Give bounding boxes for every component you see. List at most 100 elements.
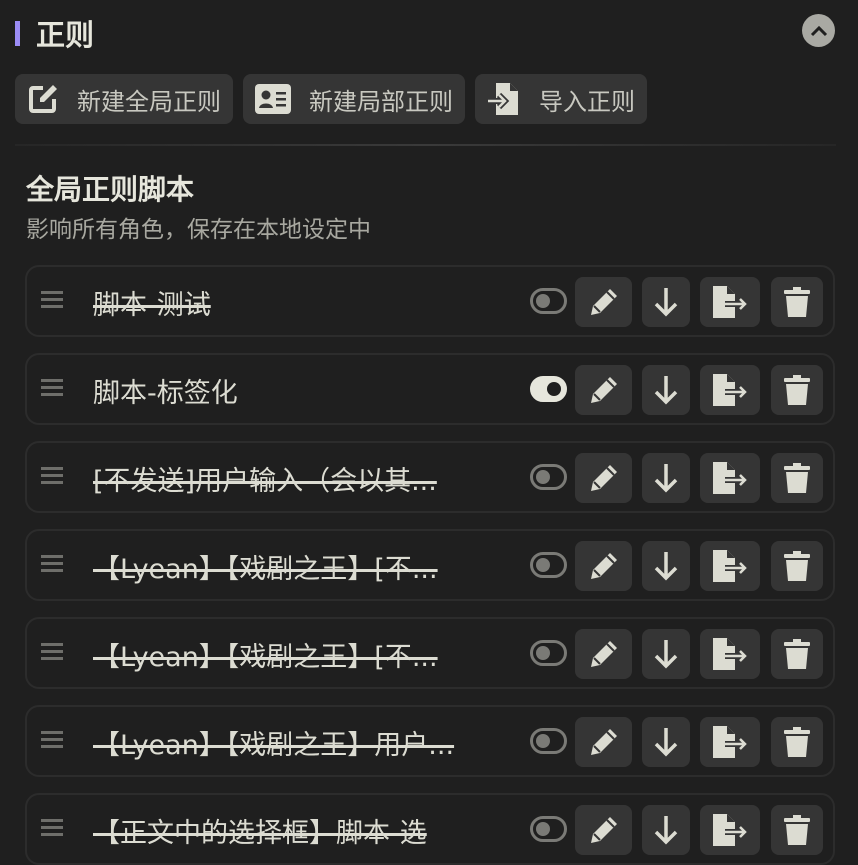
edit-button[interactable] — [575, 541, 632, 591]
script-name: 【正文中的选择框】脚本-选 — [93, 818, 427, 849]
move-down-button[interactable] — [642, 365, 690, 415]
delete-button[interactable] — [771, 365, 823, 415]
import-regex-label: 导入正则 — [539, 87, 635, 116]
enable-toggle[interactable] — [530, 464, 567, 490]
section-subtitle: 影响所有角色，保存在本地设定中 — [26, 217, 371, 243]
script-name: 【Lyean】【戏剧之王】[不... — [93, 642, 438, 673]
chevron-up-icon — [810, 25, 827, 36]
trash-icon — [784, 287, 810, 317]
pencil-icon — [590, 729, 617, 755]
script-row: 脚本-标签化 — [25, 353, 835, 425]
arrow-down-icon — [654, 288, 678, 317]
import-regex-button[interactable]: 导入正则 — [475, 74, 647, 124]
trash-icon — [784, 463, 810, 493]
drag-handle-icon[interactable] — [41, 555, 63, 576]
drag-handle-icon[interactable] — [41, 731, 63, 752]
script-name: 【Lyean】【戏剧之王】[不... — [93, 554, 438, 585]
export-button[interactable] — [700, 453, 760, 503]
move-down-button[interactable] — [642, 541, 690, 591]
arrow-down-icon — [654, 464, 678, 493]
edit-button[interactable] — [575, 629, 632, 679]
drag-handle-icon[interactable] — [41, 643, 63, 664]
enable-toggle[interactable] — [530, 640, 567, 666]
script-name: 脚本-标签化 — [93, 378, 238, 409]
edit-button[interactable] — [575, 277, 632, 327]
file-export-icon — [713, 462, 749, 494]
arrow-down-icon — [654, 640, 678, 669]
edit-button[interactable] — [575, 365, 632, 415]
move-down-button[interactable] — [642, 629, 690, 679]
id-card-icon — [255, 84, 291, 114]
move-down-button[interactable] — [642, 453, 690, 503]
new-local-regex-label: 新建局部正则 — [309, 87, 453, 116]
enable-toggle[interactable] — [530, 552, 567, 578]
drag-handle-icon[interactable] — [41, 467, 63, 488]
arrow-down-icon — [654, 552, 678, 581]
file-export-icon — [713, 286, 749, 318]
pencil-icon — [590, 289, 617, 315]
edit-square-icon — [29, 85, 57, 113]
move-down-button[interactable] — [642, 717, 690, 767]
page-title: 正则 — [36, 18, 95, 52]
file-import-icon — [488, 83, 518, 115]
edit-button[interactable] — [575, 453, 632, 503]
script-row: 【Lyean】【戏剧之王】[不... — [25, 529, 835, 601]
export-button[interactable] — [700, 717, 760, 767]
trash-icon — [784, 551, 810, 581]
script-row: 脚本-测试 — [25, 265, 835, 337]
accent-bar — [15, 20, 20, 46]
export-button[interactable] — [700, 629, 760, 679]
script-name: 【Lyean】【戏剧之王】用户... — [93, 730, 455, 761]
script-row: 【Lyean】【戏剧之王】[不... — [25, 617, 835, 689]
arrow-down-icon — [654, 728, 678, 757]
arrow-down-icon — [654, 816, 678, 845]
delete-button[interactable] — [771, 277, 823, 327]
drag-handle-icon[interactable] — [41, 379, 63, 400]
edit-button[interactable] — [575, 717, 632, 767]
file-export-icon — [713, 638, 749, 670]
trash-icon — [784, 727, 810, 757]
delete-button[interactable] — [771, 805, 823, 855]
export-button[interactable] — [700, 365, 760, 415]
enable-toggle[interactable] — [530, 816, 567, 842]
export-button[interactable] — [700, 805, 760, 855]
trash-icon — [784, 375, 810, 405]
script-name: 脚本-测试 — [93, 290, 211, 321]
script-row: 【正文中的选择框】脚本-选 — [25, 793, 835, 865]
delete-button[interactable] — [771, 453, 823, 503]
divider — [15, 144, 836, 146]
enable-toggle[interactable] — [530, 288, 567, 314]
delete-button[interactable] — [771, 717, 823, 767]
new-local-regex-button[interactable]: 新建局部正则 — [243, 74, 465, 124]
pencil-icon — [590, 553, 617, 579]
enable-toggle[interactable] — [530, 376, 567, 402]
trash-icon — [784, 815, 810, 845]
delete-button[interactable] — [771, 541, 823, 591]
pencil-icon — [590, 641, 617, 667]
move-down-button[interactable] — [642, 805, 690, 855]
export-button[interactable] — [700, 277, 760, 327]
delete-button[interactable] — [771, 629, 823, 679]
enable-toggle[interactable] — [530, 728, 567, 754]
new-global-regex-label: 新建全局正则 — [77, 87, 221, 116]
export-button[interactable] — [700, 541, 760, 591]
script-name: [不发送]用户输入（会以其... — [93, 466, 437, 497]
pencil-icon — [590, 465, 617, 491]
file-export-icon — [713, 814, 749, 846]
collapse-button[interactable] — [802, 14, 835, 47]
new-global-regex-button[interactable]: 新建全局正则 — [15, 74, 233, 124]
script-row: 【Lyean】【戏剧之王】用户... — [25, 705, 835, 777]
file-export-icon — [713, 550, 749, 582]
drag-handle-icon[interactable] — [41, 819, 63, 840]
file-export-icon — [713, 726, 749, 758]
section-title: 全局正则脚本 — [26, 173, 195, 206]
section-header: 正则 — [15, 12, 94, 54]
edit-button[interactable] — [575, 805, 632, 855]
trash-icon — [784, 639, 810, 669]
pencil-icon — [590, 817, 617, 843]
move-down-button[interactable] — [642, 277, 690, 327]
file-export-icon — [713, 374, 749, 406]
drag-handle-icon[interactable] — [41, 291, 63, 312]
arrow-down-icon — [654, 376, 678, 405]
pencil-icon — [590, 377, 617, 403]
